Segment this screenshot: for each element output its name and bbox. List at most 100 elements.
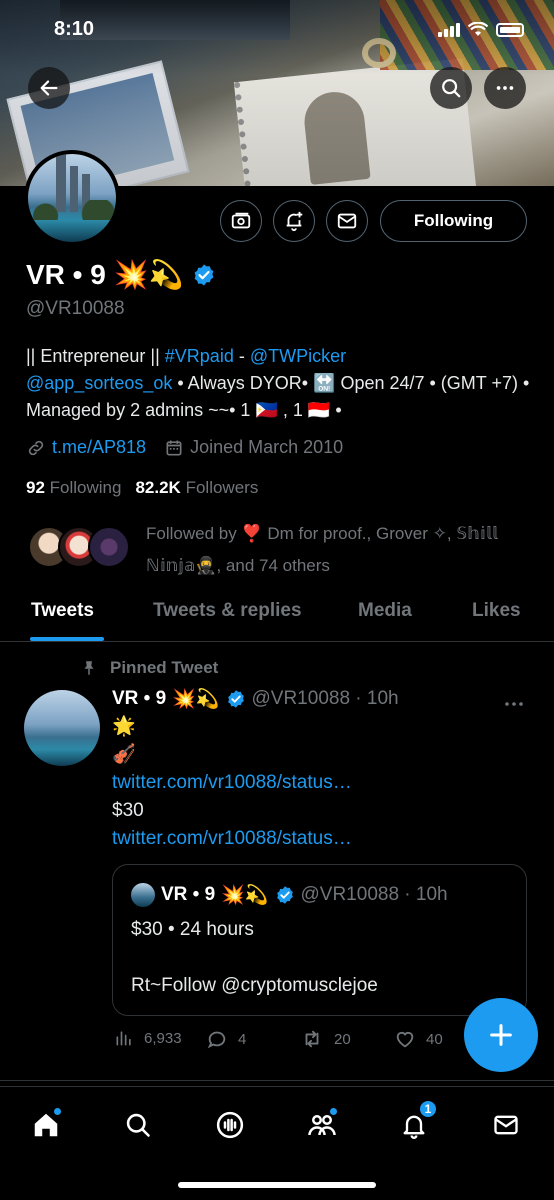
pinned-text: Pinned Tweet: [110, 658, 219, 677]
tab-likes[interactable]: Likes: [472, 600, 521, 622]
profile-avatar[interactable]: [24, 150, 120, 246]
envelope-icon: [337, 213, 357, 229]
nav-home[interactable]: [26, 1105, 66, 1145]
tab-tweets-replies[interactable]: Tweets & replies: [153, 600, 302, 622]
quoted-text: $30 • 24 hours: [131, 919, 254, 940]
followed-by-text: Followed by ❣️ Dm for proof., Grover ✧, …: [146, 524, 498, 575]
bell-plus-icon: [286, 211, 303, 232]
message-button[interactable]: [326, 200, 368, 242]
search-icon: [126, 1113, 150, 1137]
followed-by[interactable]: Followed by ❣️ Dm for proof., Grover ✧, …: [28, 518, 538, 580]
notifications-subscribe-button[interactable]: [273, 200, 315, 242]
quoted-text: Rt~Follow @cryptomusclejoe: [131, 975, 378, 996]
tweet-line: 🎻: [112, 744, 136, 765]
plus-icon: [490, 1024, 512, 1046]
tweet-actions: 6,933 4 20 40: [114, 1028, 474, 1052]
more-icon: [496, 86, 514, 90]
profile-name-text: VR • 9: [26, 258, 106, 290]
bio-text: || Entrepreneur ||: [26, 346, 165, 366]
back-arrow-icon: [40, 80, 58, 96]
tweet-link[interactable]: twitter.com/vr10088/status…: [112, 769, 532, 797]
following-word: Following: [49, 478, 122, 497]
retweet-icon: [305, 1030, 319, 1048]
active-tab-indicator: [30, 637, 104, 641]
verified-badge-icon: [194, 264, 213, 285]
flag-id-emoji: 🇮🇩: [307, 400, 331, 420]
heart-icon: [396, 1031, 414, 1048]
nav-spaces[interactable]: [210, 1105, 250, 1145]
wifi-icon: [468, 22, 488, 36]
status-bar: 8:10: [0, 14, 554, 48]
pin-icon: [84, 661, 94, 675]
tweet-link[interactable]: twitter.com/vr10088/status…: [112, 825, 532, 853]
profile-link[interactable]: t.me/AP818: [52, 437, 146, 458]
bio-text: • Always DYOR•: [172, 373, 314, 393]
bio-hashtag-link[interactable]: #VRpaid: [165, 346, 234, 366]
followers-count: 82.2K: [135, 478, 181, 497]
tweet-author-name[interactable]: VR • 9: [112, 688, 166, 710]
home-dot: [53, 1107, 62, 1116]
more-icon: [505, 702, 523, 706]
retweet-button[interactable]: 20: [300, 1028, 351, 1050]
followers-count-link[interactable]: 82.2K Followers: [135, 478, 258, 498]
views-button[interactable]: 6,933: [114, 1028, 182, 1048]
nav-notifications[interactable]: 1: [394, 1099, 438, 1145]
envelope-icon: [494, 1115, 518, 1135]
on-arrow-emoji: 🔛: [313, 373, 336, 393]
compose-tweet-button[interactable]: [464, 998, 538, 1072]
following-count-link[interactable]: 92 Following: [26, 478, 121, 498]
tab-tweets[interactable]: Tweets: [31, 600, 94, 622]
quoted-author-name: VR • 9: [161, 884, 216, 905]
reply-button[interactable]: 4: [206, 1028, 246, 1050]
reply-icon: [207, 1031, 226, 1049]
nav-search[interactable]: [118, 1105, 158, 1145]
tweet-line: 🌟: [112, 716, 136, 737]
avatar: [88, 526, 130, 568]
spaces-microphone-icon: [216, 1111, 244, 1139]
bio-text: •: [330, 400, 342, 420]
reply-count: 4: [238, 1030, 247, 1048]
followers-word: Followers: [185, 478, 259, 497]
nav-messages[interactable]: [486, 1105, 526, 1145]
following-button[interactable]: Following: [380, 200, 527, 242]
nav-communities[interactable]: [302, 1105, 342, 1145]
search-icon: [442, 79, 461, 98]
tweet-header: VR • 9 💥💫 @VR10088 · 10h: [112, 687, 399, 711]
money-icon: [231, 212, 251, 229]
communities-dot: [329, 1107, 338, 1116]
retweet-count: 20: [334, 1030, 351, 1048]
quoted-tweet[interactable]: VR • 9 💥💫 @VR10088 · 10h $30 • 24 hours …: [112, 864, 527, 1016]
profile-name: VR • 9 💥💫: [26, 258, 216, 291]
divider: [0, 1080, 554, 1081]
profile-handle: @VR10088: [26, 298, 125, 319]
quoted-handle-time: @VR10088 · 10h: [300, 884, 448, 905]
tweet-price: $30: [112, 800, 144, 821]
tweet-more-button[interactable]: [504, 690, 524, 713]
back-button[interactable]: [28, 67, 70, 109]
calendar-icon: [166, 440, 182, 455]
tweet-author-emojis: 💥💫: [172, 689, 220, 710]
like-count: 40: [426, 1030, 443, 1048]
link-icon: [28, 440, 44, 455]
views-chart-icon: [116, 1031, 131, 1046]
search-button[interactable]: [430, 67, 472, 109]
status-time: 8:10: [54, 18, 95, 40]
tweet-handle-time: @VR10088 · 10h: [251, 688, 399, 709]
follow-counts: 92 Following 82.2K Followers: [26, 478, 258, 498]
notifications-badge: 1: [418, 1099, 438, 1119]
profile-tabs: Tweets Tweets & replies Media Likes: [0, 590, 554, 642]
profile-meta: t.me/AP818 Joined March 2010: [26, 437, 343, 458]
like-button[interactable]: 40: [394, 1028, 443, 1050]
profile-bio: || Entrepreneur || #VRpaid - @TWPicker @a…: [26, 343, 536, 424]
bio-mention-link[interactable]: @TWPicker: [250, 346, 346, 366]
tweet-avatar[interactable]: [24, 690, 100, 766]
verified-badge-icon: [227, 690, 244, 708]
verified-badge-icon: [276, 886, 293, 904]
battery-icon: [496, 23, 524, 37]
more-button[interactable]: [484, 67, 526, 109]
tab-media[interactable]: Media: [358, 600, 412, 622]
subscribe-button[interactable]: [220, 200, 262, 242]
bio-text: , 1: [277, 400, 308, 420]
tweet-body: 🌟 🎻 twitter.com/vr10088/status… $30 twit…: [112, 713, 532, 853]
bio-mention-link[interactable]: @app_sorteos_ok: [26, 373, 172, 393]
